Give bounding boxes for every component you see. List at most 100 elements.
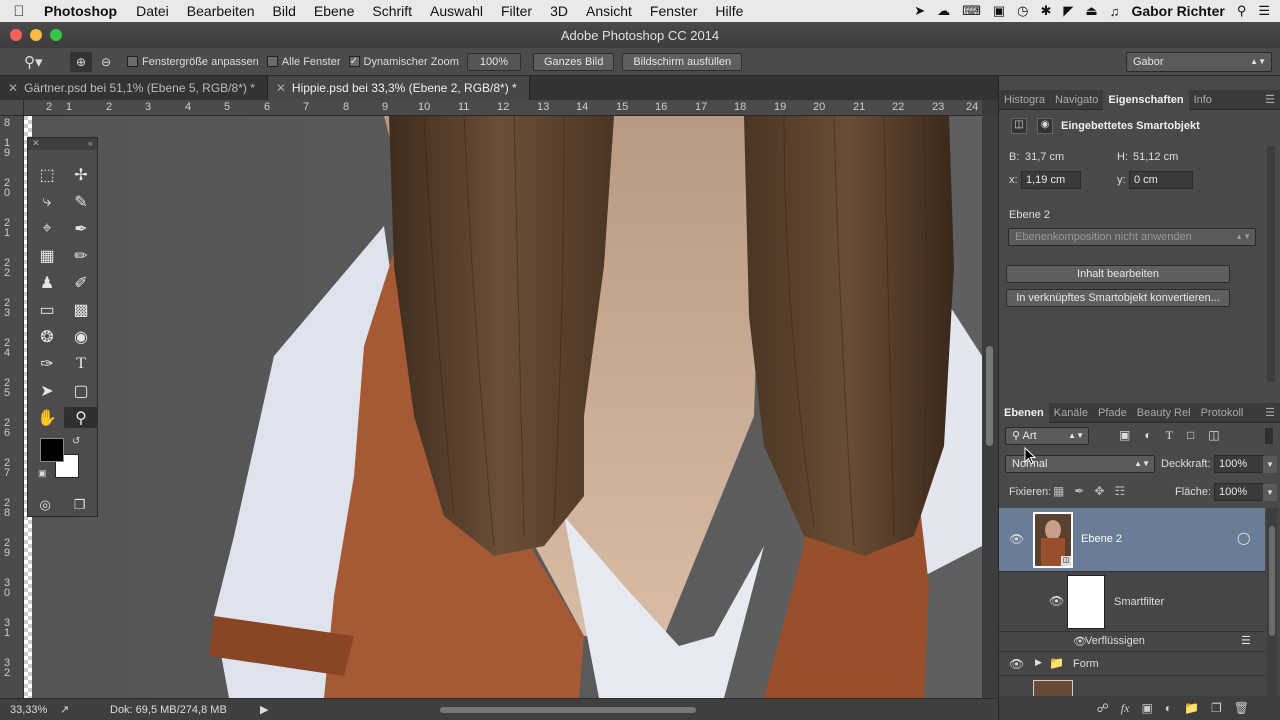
close-window-icon[interactable] xyxy=(10,29,22,41)
apple-icon[interactable]:  xyxy=(0,3,38,20)
visibility-eye-icon[interactable]: 👁 xyxy=(1009,532,1024,546)
dynamic-zoom-checkbox[interactable]: ✓ Dynamischer Zoom xyxy=(348,56,459,68)
layer-row[interactable]: 👁 Verflüssigen ☰ xyxy=(999,632,1265,652)
default-colors-icon[interactable]: ▣ xyxy=(38,468,47,479)
hand-tool-icon[interactable]: ✋ xyxy=(30,407,64,428)
move-tool-icon[interactable]: ✢ xyxy=(64,164,98,185)
layer-name[interactable]: Smartfilter xyxy=(1114,596,1164,608)
history-brush-tool-icon[interactable]: ✐ xyxy=(64,272,98,293)
layers-panel-menu-icon[interactable]: ☰ xyxy=(1265,406,1275,419)
rectangle-tool-icon[interactable]: ▢ xyxy=(64,380,98,401)
share-icon[interactable]: ↗ xyxy=(60,703,100,716)
layer-filter-kind[interactable]: ⚲ Art ▲▼ xyxy=(1005,427,1089,445)
zoom-tool-preset-icon[interactable]: ⚲▾ xyxy=(24,53,58,71)
volume-icon[interactable]: ♫ xyxy=(1110,4,1120,19)
convert-linked-button[interactable]: In verknüpftes Smartobjekt konvertieren.… xyxy=(1006,289,1230,307)
tab-layers[interactable]: Ebenen xyxy=(999,402,1049,423)
add-mask-icon[interactable]: ▣ xyxy=(1141,701,1152,715)
menu-ansicht[interactable]: Ansicht xyxy=(577,3,641,19)
menu-fenster[interactable]: Fenster xyxy=(641,3,706,19)
menu-bild[interactable]: Bild xyxy=(264,3,305,19)
zoom-tool-icon[interactable]: ⚲ xyxy=(64,407,98,428)
layer-name[interactable]: Ebene 2 xyxy=(1081,533,1122,545)
zoom-100-button[interactable]: 100% xyxy=(466,52,521,71)
bluetooth-icon[interactable]: ✱ xyxy=(1041,3,1052,19)
eyedropper-tool-icon[interactable]: ✒ xyxy=(64,218,98,239)
menu-datei[interactable]: Datei xyxy=(127,3,178,19)
close-tab-icon[interactable]: ✕ xyxy=(8,81,18,95)
pen-tool-icon[interactable]: ✑ xyxy=(30,353,64,374)
wifi-icon[interactable]: ◤ xyxy=(1063,3,1073,19)
foreground-color-swatch[interactable] xyxy=(40,438,64,462)
screen-mode-icon[interactable]: ❐ xyxy=(74,494,86,515)
tab-history[interactable]: Protokoll xyxy=(1196,407,1249,419)
crop-tool-icon[interactable]: ⌖ xyxy=(30,218,64,239)
visibility-eye-icon[interactable]: 👁 xyxy=(1049,594,1064,608)
eraser-tool-icon[interactable]: ▭ xyxy=(30,299,64,320)
tab-navigator[interactable]: Navigato xyxy=(1050,94,1103,106)
opacity-input[interactable]: 100% xyxy=(1214,455,1264,473)
filter-pixel-icon[interactable]: ▣ xyxy=(1119,428,1130,443)
x-input[interactable]: 1,19 cm xyxy=(1021,171,1081,189)
fill-input[interactable]: 100% xyxy=(1214,483,1264,501)
clone-stamp-tool-icon[interactable]: ♟ xyxy=(30,272,64,293)
tab-gaertner[interactable]: ✕ Gärtner.psd bei 51,1% (Ebene 5, RGB/8*)… xyxy=(0,76,268,100)
horizontal-ruler[interactable]: 2 1 2 3 4 5 6 7 8 9 10 11 12 13 14 15 16… xyxy=(24,100,982,116)
width-value[interactable]: 31,7 cm xyxy=(1025,151,1064,163)
new-group-icon[interactable]: 📁 xyxy=(1184,701,1199,715)
vertical-scrollbar[interactable] xyxy=(982,116,998,698)
type-tool-icon[interactable]: T xyxy=(64,353,98,374)
filter-adjustment-icon[interactable]: ◐ xyxy=(1144,428,1151,443)
new-layer-icon[interactable]: ❐ xyxy=(1211,701,1222,715)
tab-beauty-retouch[interactable]: Beauty Rel xyxy=(1132,407,1196,419)
user-name[interactable]: Gabor Richter xyxy=(1131,3,1224,19)
menu-app[interactable]: Photoshop xyxy=(38,3,127,19)
filter-type-icon[interactable]: T xyxy=(1166,428,1173,443)
keyboard-icon[interactable]: ⌨ xyxy=(962,3,981,19)
path-selection-tool-icon[interactable]: ➤ xyxy=(30,380,64,401)
layers-scrollbar[interactable] xyxy=(1267,508,1277,696)
zoom-out-icon[interactable]: ⊖ xyxy=(95,55,117,69)
zoom-level[interactable]: 33,33% xyxy=(10,704,60,716)
tab-histogram[interactable]: Histogra xyxy=(999,94,1050,106)
layer-comp-dropdown[interactable]: Ebenenkomposition nicht anwenden ▲▼ xyxy=(1008,228,1256,246)
tab-info[interactable]: Info xyxy=(1189,94,1217,106)
menu-hilfe[interactable]: Hilfe xyxy=(706,3,752,19)
lasso-tool-icon[interactable]: ⤷ xyxy=(30,191,64,212)
layer-row[interactable] xyxy=(999,676,1265,696)
ruler-origin[interactable] xyxy=(0,100,24,116)
delete-layer-icon[interactable]: 🗑 xyxy=(1234,701,1249,715)
close-tab-icon[interactable]: ✕ xyxy=(276,81,286,95)
layer-name[interactable]: Verflüssigen xyxy=(1085,635,1145,647)
cloud-icon[interactable]: ☁ xyxy=(937,3,950,19)
tab-properties[interactable]: Eigenschaften xyxy=(1103,89,1189,110)
image-canvas[interactable] xyxy=(24,116,982,698)
filter-shape-icon[interactable]: □ xyxy=(1187,428,1194,443)
menu-auswahl[interactable]: Auswahl xyxy=(421,3,492,19)
tools-panel-header[interactable]: ✕ « xyxy=(28,138,97,150)
visibility-eye-icon[interactable]: 👁 xyxy=(1009,657,1024,671)
zoom-in-icon[interactable]: ⊕ xyxy=(70,51,92,72)
swap-colors-icon[interactable]: ↺ xyxy=(72,436,80,447)
eject-icon[interactable]: ⏏ xyxy=(1085,3,1097,19)
quick-mask-icon[interactable]: ◎ xyxy=(40,494,51,515)
scroll-thumb[interactable] xyxy=(986,346,993,446)
notification-icon[interactable]: ☰ xyxy=(1258,3,1270,19)
layer-row[interactable]: 👁 ◫ Ebene 2 ◯ xyxy=(999,508,1265,572)
zoom-window-icon[interactable] xyxy=(50,29,62,41)
marquee-tool-icon[interactable]: ⬚ xyxy=(30,164,64,185)
y-input[interactable]: 0 cm xyxy=(1129,171,1193,189)
healing-brush-tool-icon[interactable]: ▦ xyxy=(30,245,64,266)
screenshot-icon[interactable]: ▣ xyxy=(993,3,1005,19)
expand-arrow-icon[interactable]: ▶ xyxy=(1035,657,1042,668)
smart-filter-mask-thumbnail[interactable] xyxy=(1067,575,1105,629)
vertical-ruler[interactable]: 8 19 20 21 22 23 24 25 26 27 28 29 30 31… xyxy=(0,116,24,698)
menu-3d[interactable]: 3D xyxy=(541,3,577,19)
lock-pixels-icon[interactable]: ✒ xyxy=(1074,484,1084,498)
menu-bearbeiten[interactable]: Bearbeiten xyxy=(178,3,264,19)
lock-position-icon[interactable]: ✥ xyxy=(1094,484,1104,498)
close-panel-icon[interactable]: ✕ xyxy=(32,138,40,149)
filter-smart-icon[interactable]: ◫ xyxy=(1208,428,1219,443)
panel-menu-icon[interactable]: ☰ xyxy=(1265,93,1275,106)
opacity-arrow-icon[interactable]: ▼ xyxy=(1263,456,1277,473)
